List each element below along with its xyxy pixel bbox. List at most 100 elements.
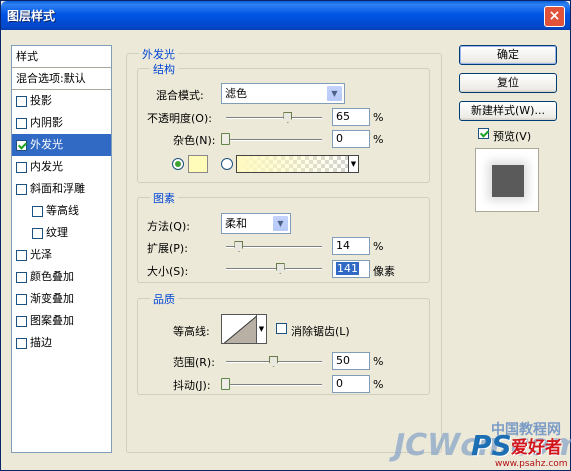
style-item-label: 斜面和浮雕 [30, 182, 85, 195]
opacity-label: 不透明度(O): [147, 112, 212, 125]
layer-style-dialog: 图层样式 × 样式 混合选项:默认 投影 内阴影 外发光 内发光 斜面和浮雕 等高线 纹理光… [0, 0, 571, 471]
technique-value: 柔和 [225, 217, 247, 230]
ok-button[interactable]: 确定 [459, 45, 557, 65]
style-item-2[interactable]: 外发光 [12, 134, 111, 156]
jitter-unit: % [373, 378, 384, 391]
style-checkbox[interactable] [32, 205, 43, 217]
chevron-down-icon: ▼ [272, 215, 289, 232]
style-item-1[interactable]: 内阴影 [12, 112, 111, 134]
style-checkbox[interactable] [16, 293, 27, 305]
styles-list: 样式 混合选项:默认 投影内阴影外发光内发光斜面和浮雕等高线纹理光泽颜色叠加渐变… [11, 45, 112, 453]
range-slider[interactable] [226, 356, 322, 367]
spread-unit: % [373, 240, 384, 253]
style-item-7[interactable]: 光泽 [12, 244, 111, 266]
style-item-label: 描边 [30, 336, 52, 349]
blend-mode-select[interactable]: 滤色 ▼ [221, 83, 345, 104]
range-label: 范围(R): [173, 356, 215, 369]
style-checkbox[interactable] [16, 271, 27, 283]
opacity-slider[interactable] [226, 112, 322, 123]
spread-label: 扩展(P): [147, 242, 188, 255]
style-item-label: 内阴影 [30, 116, 63, 129]
size-label: 大小(S): [147, 265, 189, 278]
style-item-4[interactable]: 斜面和浮雕 [12, 178, 111, 200]
size-unit: 像素 [373, 265, 395, 278]
noise-slider[interactable] [221, 133, 322, 145]
style-item-9[interactable]: 渐变叠加 [12, 288, 111, 310]
quality-title: 品质 [150, 291, 178, 307]
style-preview [475, 148, 539, 212]
jitter-input[interactable]: 0 [332, 375, 370, 393]
gradient-radio[interactable] [221, 158, 233, 170]
range-input[interactable]: 50 [332, 352, 370, 370]
style-item-label: 等高线 [46, 204, 79, 217]
elements-title: 图素 [150, 190, 178, 206]
style-item-3[interactable]: 内发光 [12, 156, 111, 178]
glow-color-swatch[interactable] [188, 155, 208, 173]
structure-title: 结构 [150, 61, 178, 77]
noise-input[interactable]: 0 [332, 130, 370, 148]
style-checkbox[interactable] [16, 95, 27, 107]
chevron-down-icon[interactable]: ▼ [257, 314, 267, 344]
antialias-checkbox[interactable] [276, 323, 287, 334]
spread-slider[interactable] [226, 241, 322, 252]
technique-select[interactable]: 柔和 ▼ [221, 213, 291, 234]
style-item-label: 渐变叠加 [30, 292, 74, 305]
style-item-11[interactable]: 描边 [12, 332, 111, 354]
style-item-label: 外发光 [30, 138, 63, 151]
style-checkbox[interactable] [16, 117, 27, 129]
new-style-button[interactable]: 新建样式(W)... [459, 101, 557, 121]
watermark-ps: PS [471, 429, 512, 462]
noise-unit: % [373, 133, 384, 146]
style-item-label: 纹理 [46, 226, 68, 239]
blend-mode-label: 混合模式: [156, 89, 204, 102]
size-input[interactable]: 141 [332, 260, 370, 278]
range-unit: % [373, 355, 384, 368]
style-item-0[interactable]: 投影 [12, 90, 111, 112]
opacity-unit: % [373, 111, 384, 124]
chevron-down-icon[interactable]: ▼ [348, 155, 359, 173]
noise-label: 杂色(N): [173, 134, 216, 147]
styles-header[interactable]: 样式 [12, 46, 111, 68]
style-checkbox[interactable] [16, 249, 27, 261]
solid-color-radio[interactable] [172, 158, 184, 170]
style-item-label: 光泽 [30, 248, 52, 261]
contour-label: 等高线: [173, 325, 210, 338]
title-bar[interactable]: 图层样式 × [1, 1, 570, 30]
technique-label: 方法(Q): [147, 220, 190, 233]
style-checkbox[interactable] [16, 337, 27, 349]
style-item-8[interactable]: 颜色叠加 [12, 266, 111, 288]
jitter-slider-thumb[interactable] [221, 378, 230, 390]
size-slider[interactable] [226, 263, 322, 274]
style-checkbox[interactable] [16, 161, 27, 173]
preview-label: 预览(V) [493, 130, 532, 143]
chevron-down-icon: ▼ [326, 85, 343, 102]
antialias-label: 消除锯齿(L) [291, 325, 350, 338]
contour-picker[interactable] [221, 314, 257, 344]
outer-glow-title: 外发光 [139, 46, 178, 62]
glow-gradient-swatch[interactable] [236, 155, 358, 173]
size-value: 141 [336, 262, 359, 275]
blending-options-item[interactable]: 混合选项:默认 [12, 68, 111, 90]
style-checkbox[interactable] [16, 183, 27, 195]
style-item-label: 颜色叠加 [30, 270, 74, 283]
opacity-input[interactable]: 65 [332, 108, 370, 126]
style-item-10[interactable]: 图案叠加 [12, 310, 111, 332]
style-item-label: 内发光 [30, 160, 63, 173]
window-title: 图层样式 [7, 9, 56, 23]
style-item-6[interactable]: 纹理 [12, 222, 111, 244]
noise-slider-thumb[interactable] [221, 133, 230, 145]
blend-mode-value: 滤色 [225, 87, 247, 100]
style-checkbox[interactable] [16, 139, 27, 151]
style-checkbox[interactable] [32, 227, 43, 239]
watermark-url: www.psahz.com [495, 459, 568, 469]
reset-button[interactable]: 复位 [459, 73, 557, 93]
spread-input[interactable]: 14 [332, 237, 370, 255]
linear-contour-icon [223, 316, 256, 343]
style-item-5[interactable]: 等高线 [12, 200, 111, 222]
style-item-label: 投影 [30, 94, 52, 107]
jitter-slider[interactable] [221, 378, 322, 390]
jitter-label: 抖动(J): [173, 379, 211, 392]
close-button[interactable]: × [544, 6, 565, 27]
preview-checkbox[interactable] [478, 128, 489, 139]
style-checkbox[interactable] [16, 315, 27, 327]
